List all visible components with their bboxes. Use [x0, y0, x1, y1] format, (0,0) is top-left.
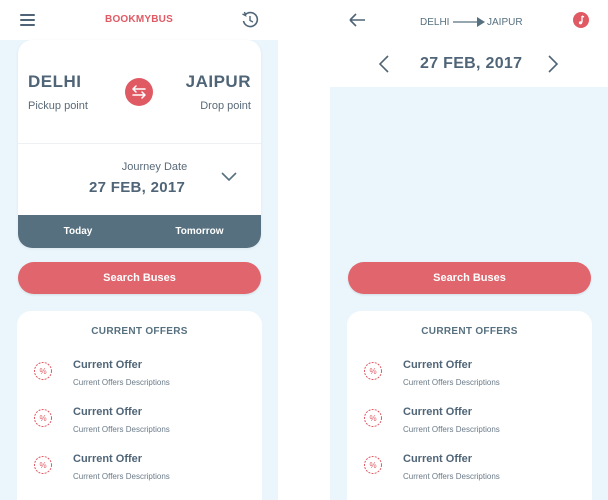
offer-description: Current Offers Descriptions [73, 472, 170, 481]
offer-item[interactable]: % Current Offer Current Offers Descripti… [17, 406, 262, 446]
offer-description: Current Offers Descriptions [403, 378, 500, 387]
offer-item[interactable]: % Current Offer Current Offers Descripti… [17, 359, 262, 399]
search-buses-button[interactable]: Search Buses [18, 262, 261, 294]
home-header: BOOKMYBUS [0, 0, 278, 40]
chevron-right-icon[interactable] [547, 55, 559, 73]
divider [18, 143, 261, 144]
screen-gap [278, 0, 330, 500]
svg-text:%: % [369, 367, 376, 376]
offer-item[interactable]: % Current Offer Current Offers Descripti… [347, 453, 592, 493]
search-buses-button[interactable]: Search Buses [348, 262, 591, 294]
offer-title: Current Offer [73, 359, 143, 371]
svg-text:%: % [39, 367, 46, 376]
offer-item[interactable]: % Current Offer Current Offers Descripti… [17, 453, 262, 493]
offer-item[interactable]: % Current Offer Current Offers Descripti… [347, 359, 592, 399]
svg-text:%: % [39, 414, 46, 423]
offers-title: CURRENT OFFERS [421, 326, 518, 337]
offer-title: Current Offer [73, 406, 143, 418]
swap-button[interactable] [125, 78, 153, 106]
music-note-glyph [578, 15, 585, 25]
app-logo: BOOKMYBUS [105, 14, 173, 25]
journey-date[interactable]: 27 FEB, 2017 [89, 179, 185, 196]
offers-title: CURRENT OFFERS [91, 326, 188, 337]
svg-text:%: % [39, 461, 46, 470]
day-selector: Today Tomorrow [18, 215, 261, 248]
drop-label: Drop point [200, 100, 251, 112]
percent-badge-icon: % [364, 456, 382, 474]
music-icon[interactable] [573, 12, 589, 28]
offer-title: Current Offer [403, 359, 473, 371]
route-arrow-icon [453, 17, 485, 27]
offers-card: CURRENT OFFERS % Current Offer Current O… [347, 311, 592, 500]
svg-text:%: % [369, 414, 376, 423]
offer-description: Current Offers Descriptions [73, 425, 170, 434]
offer-title: Current Offer [403, 453, 473, 465]
percent-badge-icon: % [364, 409, 382, 427]
percent-badge-icon: % [34, 409, 52, 427]
percent-badge-icon: % [34, 362, 52, 380]
route-card: DELHI Pickup point JAIPUR Drop point Jou… [18, 40, 261, 248]
offer-title: Current Offer [403, 406, 473, 418]
percent-badge-icon: % [364, 362, 382, 380]
route-from: DELHI [420, 17, 450, 28]
route-to: JAIPUR [487, 17, 523, 28]
back-arrow-icon[interactable] [348, 12, 366, 28]
home-screen: BOOKMYBUS DELHI Pickup point JAIPUR Drop… [0, 0, 278, 500]
swap-icon [132, 85, 146, 99]
svg-text:%: % [369, 461, 376, 470]
offer-description: Current Offers Descriptions [403, 472, 500, 481]
offer-description: Current Offers Descriptions [73, 378, 170, 387]
history-icon[interactable] [241, 11, 259, 29]
chevron-left-icon[interactable] [378, 55, 390, 73]
from-city[interactable]: DELHI [28, 72, 82, 92]
results-header [330, 0, 608, 87]
chevron-down-icon[interactable] [221, 172, 237, 182]
offer-item[interactable]: % Current Offer Current Offers Descripti… [347, 406, 592, 446]
offers-card: CURRENT OFFERS % Current Offer Current O… [17, 311, 262, 500]
offer-description: Current Offers Descriptions [403, 425, 500, 434]
offer-title: Current Offer [73, 453, 143, 465]
selected-date: 27 FEB, 2017 [420, 55, 523, 72]
pickup-label: Pickup point [28, 100, 88, 112]
percent-badge-icon: % [34, 456, 52, 474]
to-city[interactable]: JAIPUR [186, 72, 251, 92]
today-button[interactable]: Today [18, 215, 138, 248]
tomorrow-button[interactable]: Tomorrow [138, 215, 261, 248]
